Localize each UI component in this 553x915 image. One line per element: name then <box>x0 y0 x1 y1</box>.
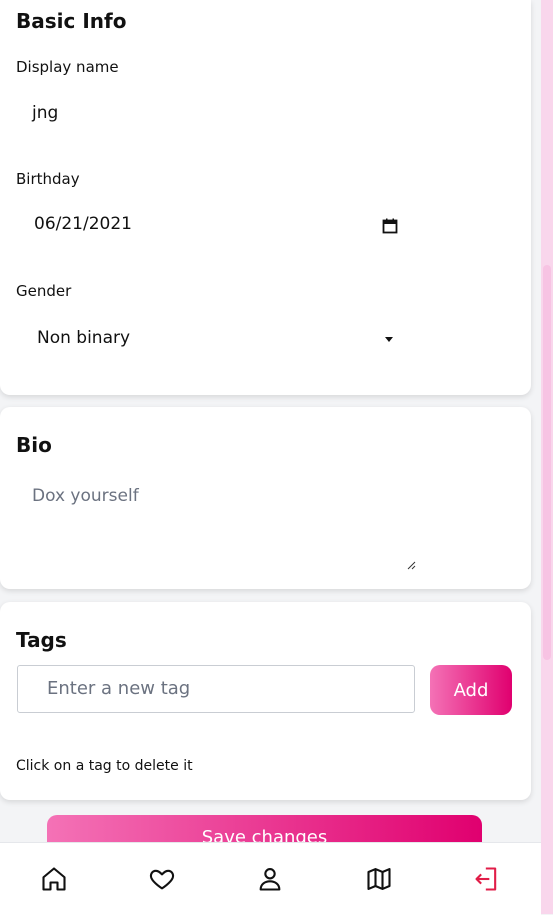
nav-home[interactable] <box>34 859 74 899</box>
map-icon <box>367 868 391 890</box>
bottom-navbar <box>0 842 541 915</box>
scrollbar-thumb[interactable] <box>543 265 551 660</box>
gender-select[interactable]: Non binary <box>37 328 130 348</box>
display-name-input[interactable]: jng <box>32 103 58 123</box>
tag-input-placeholder: Enter a new tag <box>47 678 191 699</box>
calendar-icon[interactable] <box>382 218 398 234</box>
tag-input[interactable]: Enter a new tag <box>17 665 415 713</box>
nav-likes[interactable] <box>142 859 182 899</box>
user-icon <box>260 868 281 891</box>
logout-icon <box>475 867 497 891</box>
basic-info-title: Basic Info <box>16 9 127 33</box>
gender-label: Gender <box>16 282 72 300</box>
nav-profile[interactable] <box>250 859 290 899</box>
bio-placeholder: Dox yourself <box>32 486 139 506</box>
tags-hint: Click on a tag to delete it <box>16 758 193 774</box>
nav-logout[interactable] <box>467 859 507 899</box>
bio-title: Bio <box>16 433 52 457</box>
add-tag-button[interactable]: Add <box>430 665 512 715</box>
heart-icon <box>150 869 175 890</box>
home-icon <box>42 867 66 891</box>
birthday-label: Birthday <box>16 170 80 188</box>
tags-title: Tags <box>16 628 67 652</box>
bio-textarea[interactable]: Dox yourself <box>16 478 416 570</box>
display-name-label: Display name <box>16 58 119 76</box>
chevron-down-icon[interactable] <box>385 337 393 342</box>
nav-map[interactable] <box>359 859 399 899</box>
resize-grip-icon[interactable] <box>406 560 416 570</box>
birthday-input[interactable]: 06/21/2021 <box>34 214 132 234</box>
